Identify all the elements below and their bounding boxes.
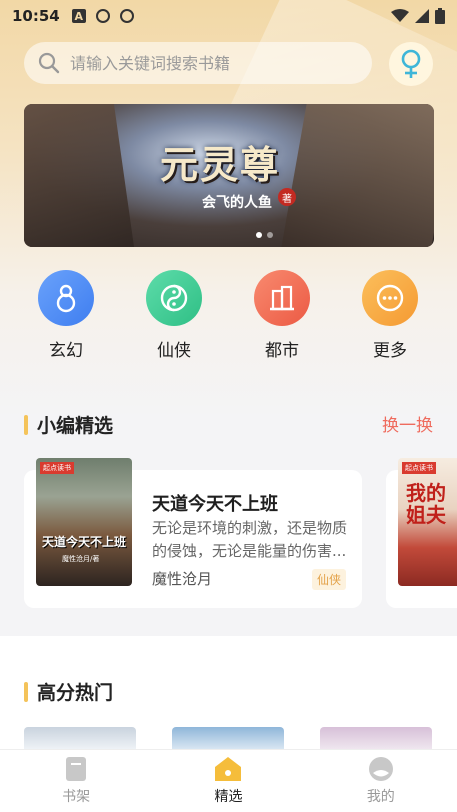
gourd-icon <box>56 284 76 313</box>
yin-yang-icon <box>160 284 188 312</box>
pagination-dot[interactable] <box>267 232 273 238</box>
banner-pagination <box>256 232 273 238</box>
battery-icon <box>435 8 445 24</box>
category-icon-circle <box>146 270 202 326</box>
book-thumbnail[interactable] <box>24 727 136 749</box>
gender-switch-button[interactable] <box>389 42 433 86</box>
book-thumbnail[interactable] <box>320 727 432 749</box>
book-cover[interactable]: 起点读书 天道今天不上班 魔性沧月/著 <box>36 458 132 586</box>
a-icon: A <box>71 9 86 23</box>
search-bar[interactable] <box>24 42 372 84</box>
pagination-dot[interactable] <box>256 232 262 238</box>
category-label: 仙侠 <box>157 341 191 361</box>
category-label: 都市 <box>265 341 299 361</box>
book-description: 无论是环境的刺激，还是物质的侵蚀，无论是能量的伤害... <box>152 519 348 560</box>
book-title[interactable]: 天道今天不上班 <box>152 490 278 516</box>
category-dushi[interactable]: 都市 <box>242 270 322 361</box>
search-input[interactable] <box>70 53 330 73</box>
cover-title: 天道今天不上班 <box>42 535 127 549</box>
book-author: 魔性沧月 <box>152 570 213 588</box>
section-accent-bar <box>24 681 28 702</box>
bottom-tab-bar: 书架 精选 我的 <box>0 749 457 812</box>
banner-title: 元灵尊 <box>160 142 281 187</box>
banner-art <box>281 104 434 247</box>
category-more[interactable]: 更多 <box>350 270 430 361</box>
tab-profile[interactable]: 我的 <box>305 750 457 812</box>
status-bar: 10:54 A <box>0 0 457 32</box>
search-icon <box>38 52 60 74</box>
bookshelf-icon <box>66 757 87 781</box>
profile-icon <box>368 757 393 781</box>
banner-art <box>24 104 135 247</box>
featured-home-icon <box>215 757 242 781</box>
banner-seal: 著 <box>278 188 296 206</box>
category-xianxia[interactable]: 仙侠 <box>134 270 214 361</box>
category-label: 玄幻 <box>49 341 83 361</box>
tab-featured[interactable]: 精选 <box>152 750 304 812</box>
category-icon-circle <box>362 270 418 326</box>
section-editor-picks-header: 小编精选 <box>24 411 113 438</box>
tab-bookshelf[interactable]: 书架 <box>0 750 152 812</box>
category-row: 玄幻 仙侠 都市 更多 <box>0 270 457 361</box>
cover-author: 魔性沧月/著 <box>62 555 100 563</box>
building-icon <box>270 285 294 311</box>
cover-badge: 起点读书 <box>402 462 436 474</box>
category-xuanhuan[interactable]: 玄幻 <box>26 270 106 361</box>
swap-button[interactable]: 换一换 <box>382 411 433 436</box>
status-time: 10:54 <box>12 7 60 25</box>
category-icon-circle <box>254 270 310 326</box>
book-genre-tag: 仙侠 <box>312 569 347 590</box>
q-icon <box>119 9 134 23</box>
category-label: 更多 <box>373 341 407 361</box>
section-accent-bar <box>24 414 28 435</box>
category-icon-circle <box>38 270 94 326</box>
wifi-icon <box>391 9 409 22</box>
cover-title: 我的 姐夫 <box>406 481 446 527</box>
female-icon <box>401 49 421 78</box>
promo-banner[interactable]: 元灵尊 会飞的人鱼 著 <box>24 104 434 247</box>
section-high-score-header: 高分热门 <box>24 678 113 705</box>
signal-icon <box>415 9 429 23</box>
cover-badge: 起点读书 <box>40 462 74 474</box>
section-title: 小编精选 <box>37 415 114 437</box>
book-cover[interactable]: 起点读书 我的 姐夫 <box>398 458 457 586</box>
tab-label: 精选 <box>214 789 243 805</box>
tab-label: 书架 <box>62 789 91 805</box>
q-icon <box>95 9 110 23</box>
section-title: 高分热门 <box>37 682 114 704</box>
book-thumbnail[interactable] <box>172 727 284 749</box>
tab-label: 我的 <box>366 789 395 805</box>
banner-author: 会飞的人鱼 <box>202 195 272 211</box>
more-icon <box>376 284 404 312</box>
